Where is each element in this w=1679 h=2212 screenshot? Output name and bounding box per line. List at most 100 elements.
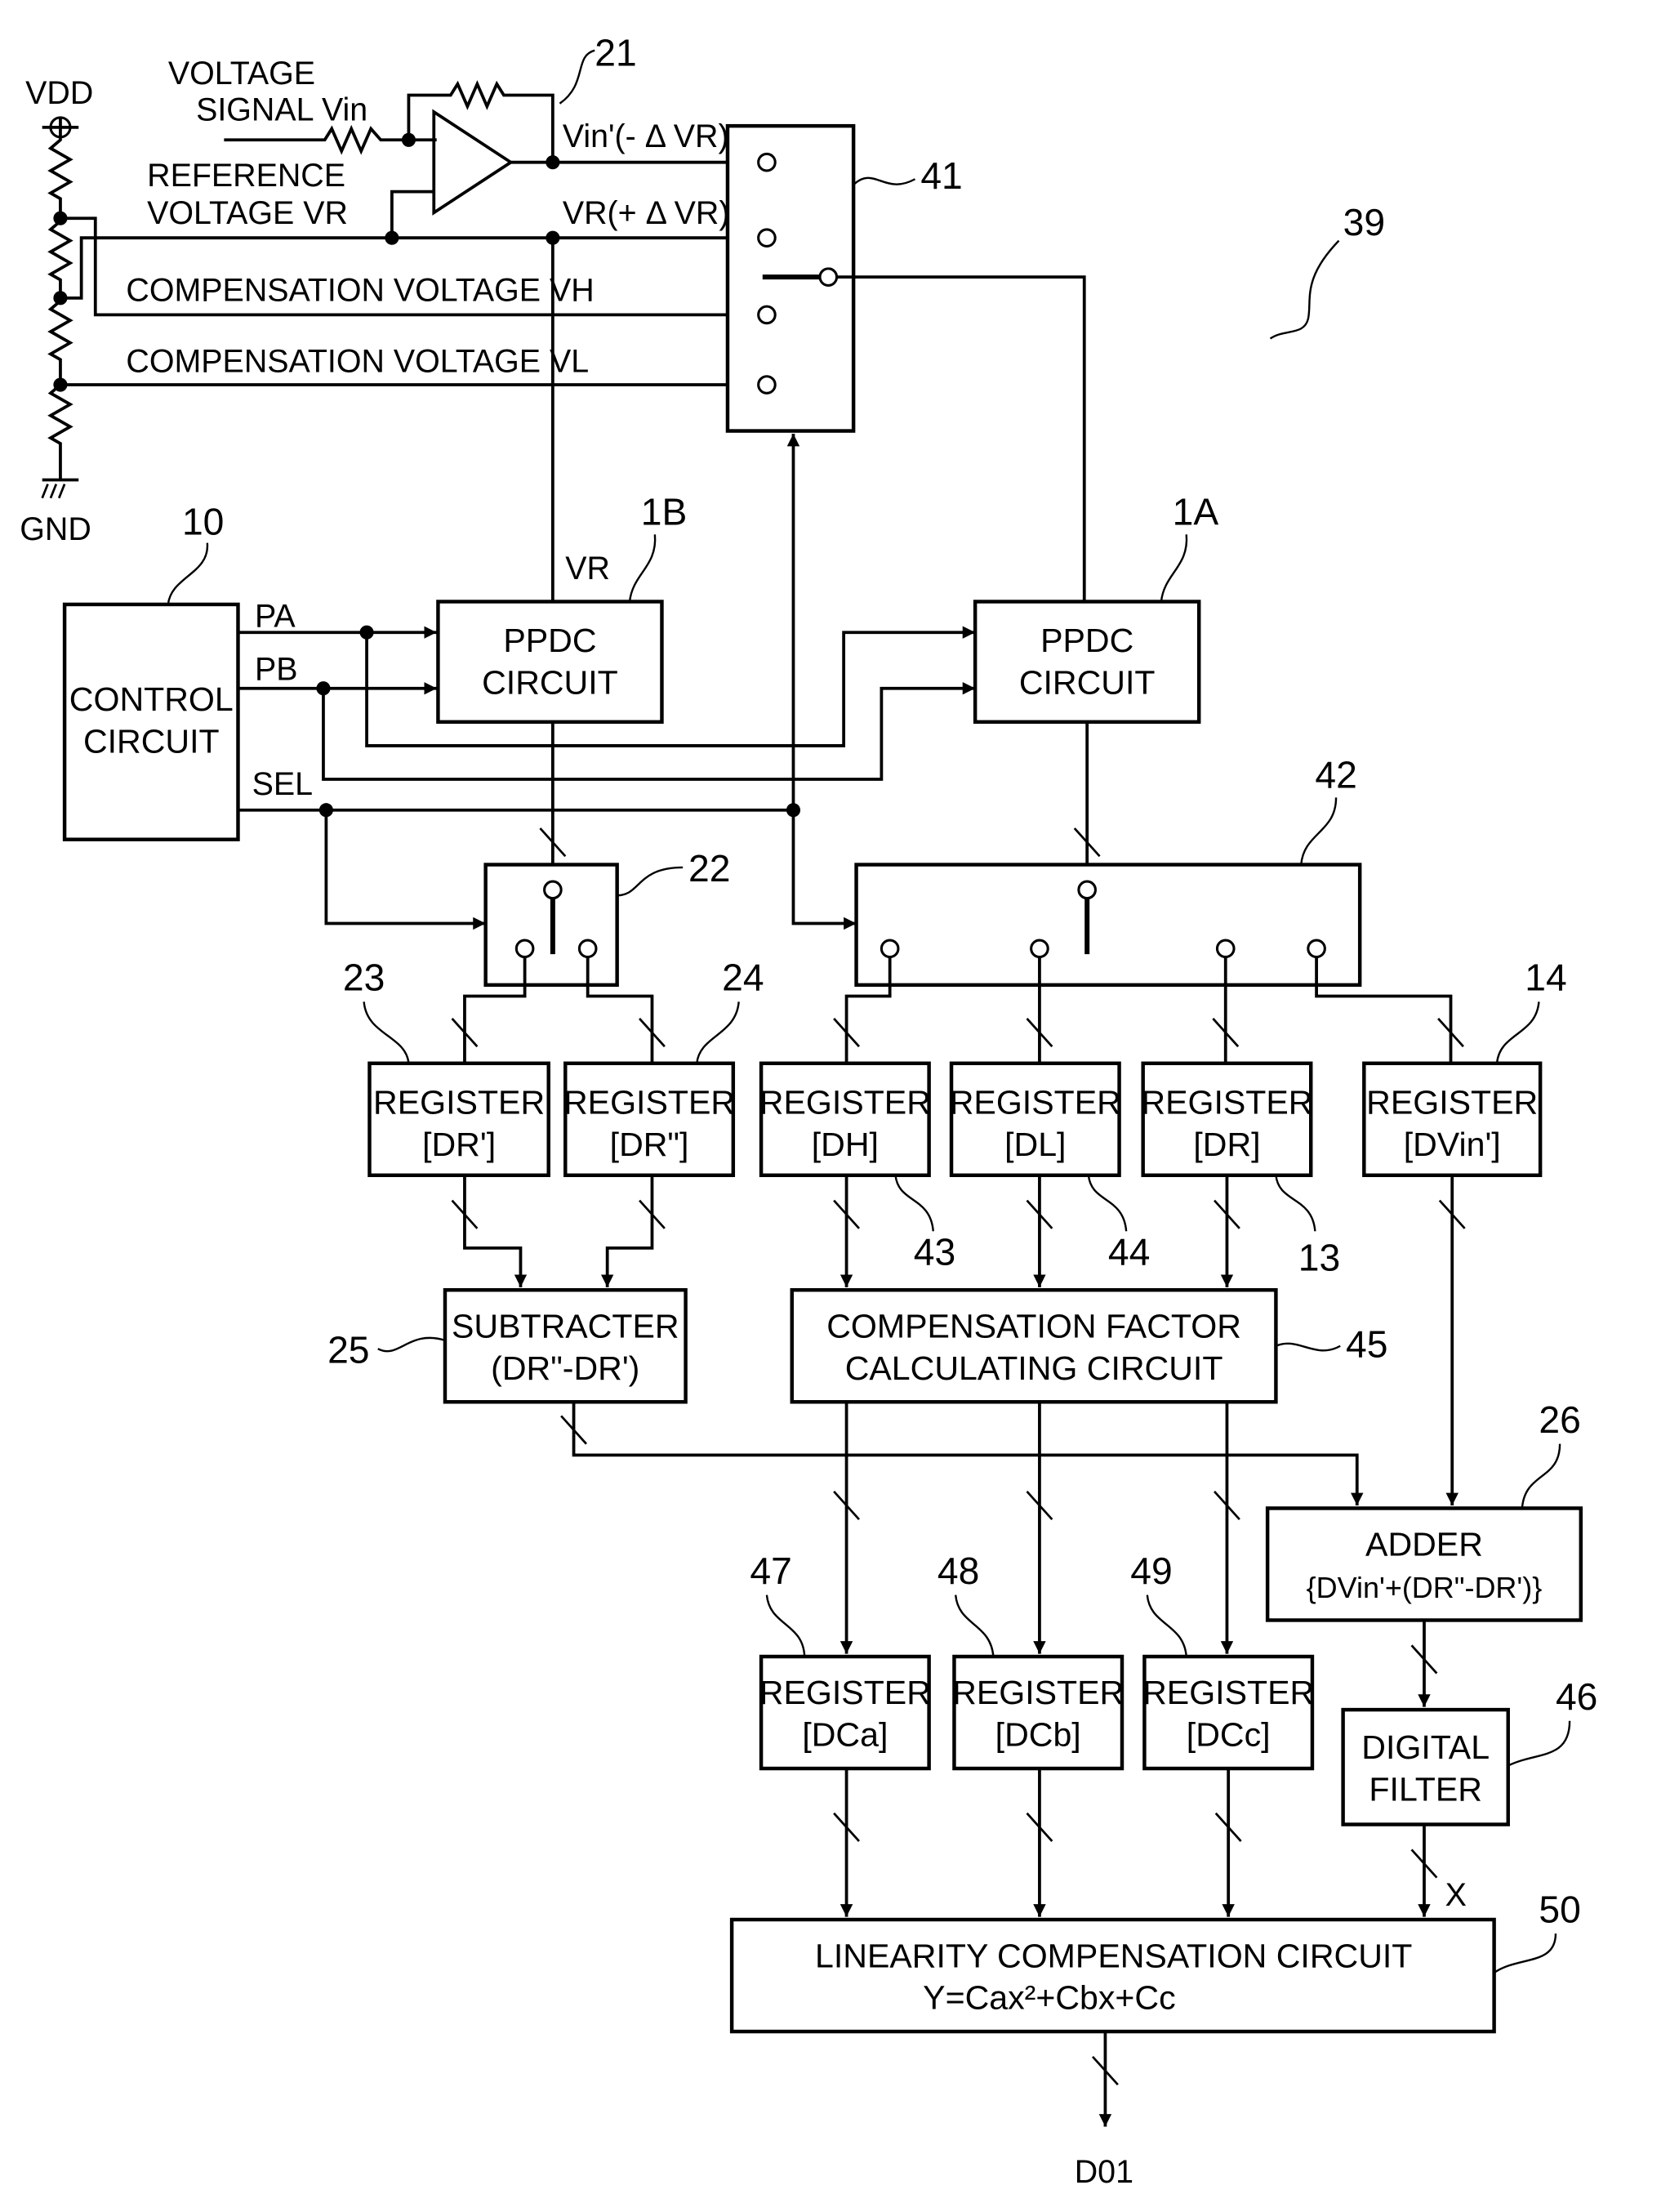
ref-49-leader: [1146, 1594, 1187, 1657]
ref-22-leader: [617, 866, 684, 897]
vr-label: VR: [565, 551, 610, 586]
digital-filter-label-2: FILTER: [1369, 1770, 1482, 1808]
register-14-label-1: REGISTER: [1366, 1083, 1538, 1121]
voltage-signal-label-2: SIGNAL Vin: [196, 91, 367, 127]
node-dot: [546, 230, 560, 245]
ground-icon: [41, 484, 66, 499]
register-13-label-1: REGISTER: [1141, 1083, 1312, 1121]
terminal-icon: [514, 939, 535, 959]
wire-23-25: [463, 1175, 528, 1287]
opamp-icon: [432, 109, 514, 216]
compensation-vh-label: COMPENSATION VOLTAGE VH: [126, 272, 594, 308]
ref-1b-leader: [628, 534, 657, 602]
wire-sel-22: [324, 809, 486, 930]
register-48-label-2: [DCb]: [995, 1716, 1081, 1754]
register-43: REGISTER [DH] 43: [759, 1061, 955, 1273]
terminal-icon: [1307, 939, 1326, 959]
ref-48: 48: [937, 1550, 979, 1592]
register-44: REGISTER [DL] 44: [950, 1061, 1150, 1273]
ppdc-circuit-1b: PPDC CIRCUIT 1B: [436, 490, 688, 725]
compensation-factor-label-2: CALCULATING CIRCUIT: [845, 1349, 1223, 1387]
control-circuit-label-2: CIRCUIT: [83, 723, 220, 760]
linearity-compensation-formula: Y=Cax²+Cbx+Cc: [923, 1979, 1175, 2017]
figure-ref-leader: [1269, 239, 1340, 340]
ref-24: 24: [722, 957, 764, 999]
adder-label-1: ADDER: [1365, 1526, 1483, 1563]
ppdc-1b-box: [436, 600, 664, 725]
compensation-factor-circuit-45: COMPENSATION FACTOR CALCULATING CIRCUIT …: [790, 1288, 1387, 1404]
ref-41: 41: [920, 154, 962, 197]
voltage-signal-label-1: VOLTAGE: [168, 56, 315, 91]
ref-46-leader: [1508, 1720, 1571, 1767]
terminal-icon: [757, 305, 777, 325]
feedback-resistor-icon: [407, 80, 554, 163]
register-47-label-1: REGISTER: [759, 1674, 931, 1711]
wire-25-26: [572, 1402, 1364, 1506]
ref-13-leader: [1275, 1175, 1316, 1232]
register-14: REGISTER [DVin'] 14: [1362, 957, 1567, 1178]
ref-13: 13: [1298, 1236, 1340, 1278]
node-dot: [385, 230, 399, 245]
ref-25: 25: [327, 1328, 369, 1371]
ref-42: 42: [1315, 753, 1356, 796]
pa-label: PA: [255, 598, 296, 634]
figure-ref-number: 39: [1343, 201, 1385, 243]
wire-24-25: [600, 1175, 654, 1287]
control-circuit-label-1: CONTROL: [69, 680, 234, 718]
x-label: X: [1445, 1877, 1467, 1913]
register-44-label-1: REGISTER: [950, 1083, 1121, 1121]
bus-marks-row3: [833, 1490, 1240, 1521]
ref-46: 46: [1556, 1675, 1597, 1718]
register-48-label-1: REGISTER: [952, 1674, 1124, 1711]
terminal-icon: [1030, 939, 1049, 959]
terminal-icon: [543, 880, 563, 900]
vr-plus-label: VR(+ Δ VR): [563, 195, 730, 231]
terminal-icon: [757, 152, 777, 172]
terminal-icon: [1215, 939, 1236, 959]
register-49-label-2: [DCc]: [1187, 1716, 1271, 1754]
adder-label-2: {DVin'+(DR"-DR')}: [1307, 1571, 1543, 1604]
register-47: REGISTER [DCa] 47: [750, 1550, 931, 1771]
ref-21: 21: [595, 32, 636, 74]
switch-22: 22: [483, 847, 730, 988]
ref-44: 44: [1108, 1230, 1150, 1273]
ref-44-leader: [1087, 1175, 1128, 1232]
ref-21-leader: [559, 49, 595, 105]
register-23-label-2: [DR']: [422, 1126, 496, 1163]
subtracter-label-1: SUBTRACTER: [452, 1307, 679, 1345]
register-24-label-1: REGISTER: [563, 1083, 735, 1121]
compensation-factor-label-1: COMPENSATION FACTOR: [826, 1307, 1241, 1345]
ref-1a-leader: [1160, 534, 1188, 602]
subtracter-label-2: (DR"-DR'): [491, 1349, 639, 1387]
ref-23-leader: [363, 1001, 410, 1064]
register-23: REGISTER [DR'] 23: [343, 957, 550, 1178]
register-23-label-1: REGISTER: [373, 1083, 545, 1121]
terminal-icon: [1077, 880, 1097, 900]
vdd-label: VDD: [25, 75, 93, 111]
gnd-label: GND: [20, 511, 91, 547]
ref-50-leader: [1493, 1933, 1557, 1974]
ppdc-1a-label-2: CIRCUIT: [1019, 664, 1156, 702]
circuit-diagram: 39 VDD GND VOLTAGE SIGNAL Vin REFERENCE …: [20, 32, 1597, 2191]
ref-25-leader: [377, 1336, 446, 1353]
compensation-vl-label: COMPENSATION VOLTAGE VL: [126, 344, 589, 380]
adder-26: ADDER {DVin'+(DR"-DR')} 26: [1265, 1398, 1583, 1622]
ref-26: 26: [1539, 1398, 1580, 1441]
terminal-icon: [577, 939, 598, 959]
register-14-label-2: [DVin']: [1404, 1126, 1501, 1163]
ref-50: 50: [1539, 1888, 1580, 1930]
ref-49: 49: [1130, 1550, 1172, 1592]
terminal-icon: [757, 375, 777, 395]
reference-voltage-label-2: VOLTAGE VR: [147, 195, 348, 231]
ref-43-leader: [894, 1175, 934, 1232]
register-13: REGISTER [DR] 13: [1141, 1061, 1340, 1278]
opamp-plus-wire: [390, 190, 434, 239]
bus-marks-row2: [451, 1199, 1466, 1229]
sel-label: SEL: [252, 766, 313, 802]
output-label: D01: [1075, 2154, 1133, 2190]
figure-reference: 39: [1269, 201, 1385, 340]
ref-42-leader: [1300, 797, 1338, 865]
ref-45: 45: [1346, 1322, 1387, 1365]
ref-14-leader: [1495, 1001, 1540, 1064]
ref-1b: 1B: [641, 490, 688, 533]
